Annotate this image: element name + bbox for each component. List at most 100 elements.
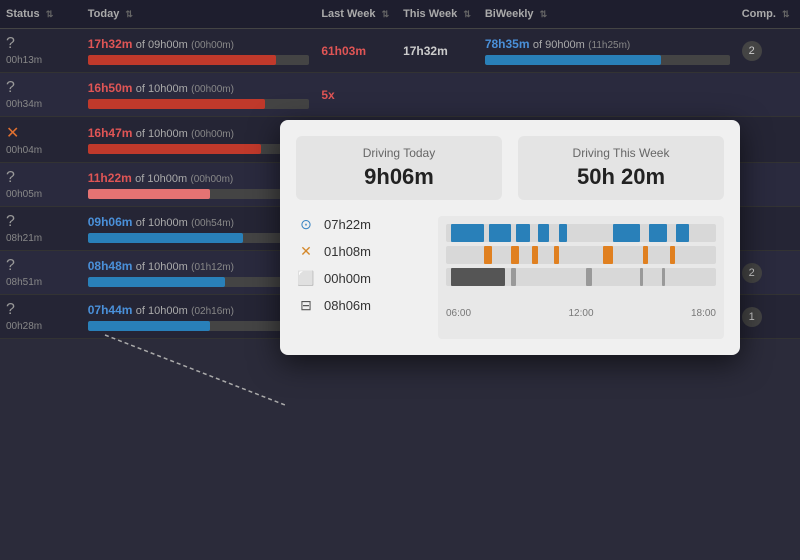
- work-icon: ✕: [296, 243, 316, 260]
- comp-badge: 2: [742, 263, 762, 283]
- cell-lastweek: 61h03m: [315, 29, 397, 73]
- today-bar: [88, 189, 310, 199]
- biweekly-of: of 90h00m: [533, 39, 585, 51]
- cell-status: ? 00h28m: [0, 295, 82, 339]
- time-label-12: 12:00: [568, 308, 593, 319]
- lastweek-val: 5x: [321, 88, 334, 102]
- header-lastweek[interactable]: Last Week ⇅: [315, 0, 397, 29]
- today-time-extra: (00h54m): [191, 218, 234, 229]
- cell-thisweek: [397, 73, 479, 117]
- cell-comp: [736, 73, 800, 117]
- biweekly-bar: [485, 55, 730, 65]
- status-icon: ?: [6, 301, 76, 319]
- comp-badge: 2: [742, 41, 762, 61]
- status-icon: ?: [6, 79, 76, 97]
- today-time-main: 08h48m: [88, 259, 133, 273]
- today-time-main: 16h50m: [88, 81, 133, 95]
- status-sub: 08h21m: [6, 233, 76, 244]
- timeline-row-2: [446, 246, 716, 264]
- today-bar-fill: [88, 321, 210, 331]
- cell-comp: [736, 163, 800, 207]
- header-biweekly[interactable]: BiWeekly ⇅: [479, 0, 736, 29]
- cell-comp: 2: [736, 29, 800, 73]
- popup-header: Driving Today 9h06m Driving This Week 50…: [296, 136, 724, 200]
- today-bar-fill: [88, 55, 276, 65]
- status-icon: ?: [6, 169, 76, 187]
- popup-driving-week: Driving This Week 50h 20m: [518, 136, 724, 200]
- today-bar: [88, 277, 310, 287]
- today-bar-fill: [88, 277, 225, 287]
- popup-connector-line: [100, 330, 300, 410]
- cell-comp: [736, 207, 800, 251]
- rest-icon: ⊟: [296, 297, 316, 314]
- sort-arrows-thisweek: ⇅: [463, 9, 471, 20]
- cell-status: ? 00h34m: [0, 73, 82, 117]
- header-comp[interactable]: Comp. ⇅: [736, 0, 800, 29]
- popup-body: ⊙ 07h22m ✕ 01h08m ⬜ 00h00m ⊟ 08h06m: [296, 216, 724, 339]
- cell-today: 16h50m of 10h00m (00h00m): [82, 73, 316, 117]
- today-time-main: 09h06m: [88, 215, 133, 229]
- popup-icon-row-work: ✕ 01h08m: [296, 243, 426, 260]
- cell-status: ? 08h51m: [0, 251, 82, 295]
- comp-badge: 1: [742, 307, 762, 327]
- status-icon: ✕: [6, 123, 76, 143]
- today-time-of: of 10h00m: [136, 217, 188, 229]
- biweekly-bar-fill: [485, 55, 661, 65]
- today-time-main: 07h44m: [88, 303, 133, 317]
- popup-icon-row-drive: ⊙ 07h22m: [296, 216, 426, 233]
- today-time-extra: (01h12m): [191, 262, 234, 273]
- cell-comp: 1: [736, 295, 800, 339]
- cell-comp: 2: [736, 251, 800, 295]
- cell-status: ✕ 00h04m: [0, 117, 82, 163]
- timeline-chart: 06:00 12:00 18:00: [438, 216, 724, 339]
- time-label-18: 18:00: [691, 308, 716, 319]
- today-bar: [88, 233, 310, 243]
- today-bar-fill: [88, 189, 210, 199]
- cell-status: ? 08h21m: [0, 207, 82, 251]
- header-thisweek[interactable]: This Week ⇅: [397, 0, 479, 29]
- biweekly-extra: (11h25m): [588, 40, 630, 51]
- sort-arrows-today: ⇅: [125, 9, 133, 20]
- status-sub: 00h13m: [6, 55, 76, 66]
- table-row[interactable]: ? 00h34m 16h50m of 10h00m (00h00m) 5x: [0, 73, 800, 117]
- drive-icon: ⊙: [296, 216, 316, 233]
- cell-status: ? 00h05m: [0, 163, 82, 207]
- today-time-of: of 10h00m: [136, 83, 188, 95]
- drive-value: 07h22m: [324, 217, 371, 232]
- timeline-axis: 06:00 12:00 18:00: [446, 308, 716, 319]
- driving-popup: Driving Today 9h06m Driving This Week 50…: [280, 120, 740, 355]
- break-value: 00h00m: [324, 271, 371, 286]
- today-bar: [88, 99, 310, 109]
- today-time-of: of 10h00m: [136, 128, 188, 140]
- today-bar: [88, 321, 310, 331]
- cell-thisweek: 17h32m: [397, 29, 479, 73]
- timeline-row-3: [446, 268, 716, 286]
- today-time-main: 11h22m: [88, 171, 132, 185]
- sort-arrows-comp: ⇅: [782, 9, 790, 20]
- cell-status: ? 00h13m: [0, 29, 82, 73]
- status-sub: 00h05m: [6, 189, 76, 200]
- lastweek-val: 61h03m: [321, 44, 366, 58]
- sort-arrows-biweekly: ⇅: [540, 9, 548, 20]
- header-today[interactable]: Today ⇅: [82, 0, 316, 29]
- today-bar-fill: [88, 144, 261, 154]
- thisweek-val: 17h32m: [403, 44, 448, 58]
- today-time-extra: (00h00m): [190, 174, 233, 185]
- work-value: 01h08m: [324, 244, 371, 259]
- header-status[interactable]: Status ⇅: [0, 0, 82, 29]
- cell-comp: [736, 117, 800, 163]
- today-bar-fill: [88, 233, 243, 243]
- popup-week-label: Driving This Week: [538, 146, 704, 160]
- popup-icon-row-break: ⬜ 00h00m: [296, 270, 426, 287]
- table-row[interactable]: ? 00h13m 17h32m of 09h00m (00h00m) 61h03…: [0, 29, 800, 73]
- break-icon: ⬜: [296, 270, 316, 287]
- today-time-extra: (00h00m): [191, 40, 234, 51]
- status-icon: ?: [6, 35, 76, 53]
- status-sub: 08h51m: [6, 277, 76, 288]
- cell-biweekly: [479, 73, 736, 117]
- today-time-of: of 10h00m: [135, 173, 187, 185]
- today-time-extra: (00h00m): [191, 129, 234, 140]
- status-sub: 00h28m: [6, 321, 76, 332]
- today-time-extra: (00h00m): [191, 84, 234, 95]
- popup-today-label: Driving Today: [316, 146, 482, 160]
